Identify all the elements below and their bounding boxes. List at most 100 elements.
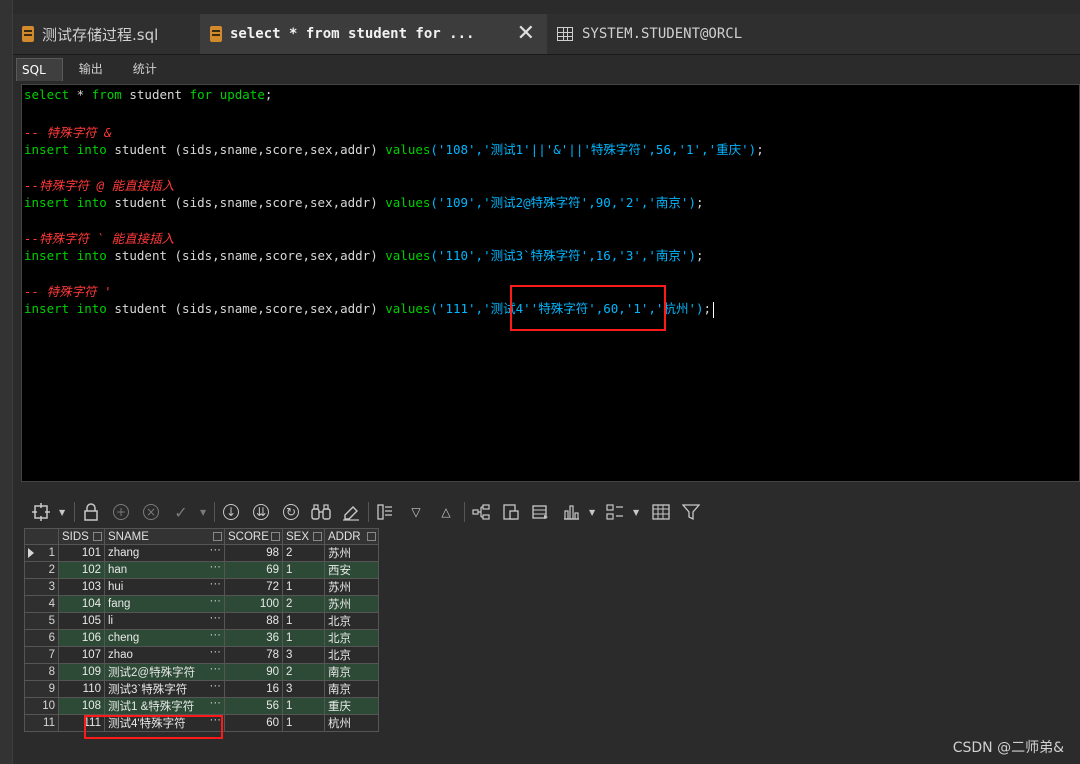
tree-view-icon[interactable] [470,501,492,523]
panel-splitter[interactable] [21,484,1080,490]
grid-options-icon[interactable] [30,501,52,523]
chevron-down-icon[interactable]: ▼ [633,508,639,517]
cell-sids[interactable]: 104 [58,595,105,613]
cell-score[interactable]: 69 [224,561,283,579]
chevron-down-icon[interactable]: ▼ [589,508,595,517]
cell-score[interactable]: 90 [224,663,283,681]
cell-sex[interactable]: 1 [282,714,325,732]
cell-more-button[interactable]: ··· [210,682,222,693]
cell-sex[interactable]: 1 [282,629,325,647]
cell-sex[interactable]: 1 [282,697,325,715]
cell-addr[interactable]: 南京 [324,663,379,681]
column-header-addr[interactable]: ADDR [324,528,379,545]
cell-more-button[interactable]: ··· [210,665,222,676]
cell-more-button[interactable]: ··· [210,614,222,625]
cell-addr[interactable]: 北京 [324,646,379,664]
chevron-down-icon[interactable]: ▼ [59,508,65,517]
column-header-sids[interactable]: SIDS [58,528,105,545]
column-header-sex[interactable]: SEX [282,528,325,545]
cell-score[interactable]: 36 [224,629,283,647]
cell-sname[interactable]: fang ··· [104,595,225,613]
table-row[interactable]: 7 107 zhao ··· 78 3 北京 [24,646,379,664]
row-number[interactable]: 1 [24,544,59,562]
cell-sids[interactable]: 103 [58,578,105,596]
cell-sname[interactable]: 测试3`特殊字符 ··· [104,680,225,698]
import-icon[interactable] [530,501,552,523]
add-row-icon[interactable]: + [110,501,132,523]
sql-editor[interactable]: select * from student for update; -- 特殊字… [21,84,1080,482]
close-icon[interactable]: ✕ [517,23,535,45]
grid-view-icon[interactable] [650,501,672,523]
arrow-down-circle-icon[interactable]: ↓ [220,501,242,523]
cell-score[interactable]: 72 [224,578,283,596]
filter-icon[interactable] [680,501,702,523]
table-row[interactable]: 5 105 li ··· 88 1 北京 [24,612,379,630]
layout-icon[interactable] [604,501,626,523]
delete-row-icon[interactable]: × [140,501,162,523]
tab-procedure-sql[interactable]: 测试存储过程.sql [12,14,200,54]
row-number[interactable]: 10 [24,697,59,715]
cell-addr[interactable]: 西安 [324,561,379,579]
cell-score[interactable]: 60 [224,714,283,732]
cell-sname[interactable]: hui ··· [104,578,225,596]
cell-sex[interactable]: 3 [282,680,325,698]
cell-sname[interactable]: 测试2@特殊字符 ··· [104,663,225,681]
cell-addr[interactable]: 南京 [324,680,379,698]
table-row[interactable]: 1 101 zhang ··· 98 2 苏州 [24,544,379,562]
cell-addr[interactable]: 重庆 [324,697,379,715]
column-menu-icon[interactable] [93,532,102,541]
cell-sids[interactable]: 101 [58,544,105,562]
cell-sids[interactable]: 102 [58,561,105,579]
table-row[interactable]: 10 108 测试1 &特殊字符 ··· 56 1 重庆 [24,697,379,715]
binoculars-icon[interactable] [310,501,332,523]
cell-sname[interactable]: cheng ··· [104,629,225,647]
cell-sname[interactable]: han ··· [104,561,225,579]
cell-sids[interactable]: 105 [58,612,105,630]
lock-icon[interactable] [80,501,102,523]
record-view-icon[interactable] [374,501,396,523]
eraser-icon[interactable] [340,501,362,523]
cell-sex[interactable]: 1 [282,561,325,579]
arrow-down-end-icon[interactable]: ⇊ [250,501,272,523]
row-number[interactable]: 7 [24,646,59,664]
table-row[interactable]: 6 106 cheng ··· 36 1 北京 [24,629,379,647]
cell-sname[interactable]: 测试1 &特殊字符 ··· [104,697,225,715]
result-grid[interactable]: SIDS SNAME SCORE SEX ADDR 1 101 zhang ···… [24,528,379,732]
table-row[interactable]: 8 109 测试2@特殊字符 ··· 90 2 南京 [24,663,379,681]
tab-system-student[interactable]: SYSTEM.STUDENT@ORCL [547,14,787,54]
cell-addr[interactable]: 北京 [324,612,379,630]
cell-sex[interactable]: 1 [282,578,325,596]
cell-sex[interactable]: 2 [282,663,325,681]
table-row[interactable]: 4 104 fang ··· 100 2 苏州 [24,595,379,613]
row-number[interactable]: 4 [24,595,59,613]
cell-more-button[interactable]: ··· [210,597,222,608]
row-number[interactable]: 6 [24,629,59,647]
cell-score[interactable]: 16 [224,680,283,698]
subtab-stats[interactable]: 统计 [129,58,171,80]
cell-addr[interactable]: 北京 [324,629,379,647]
cell-more-button[interactable]: ··· [210,699,222,710]
subtab-sql[interactable]: SQL [16,57,63,81]
export-icon[interactable] [500,501,522,523]
refresh-icon[interactable]: ↻ [280,501,302,523]
cell-sids[interactable]: 110 [58,680,105,698]
cell-sex[interactable]: 2 [282,544,325,562]
cell-more-button[interactable]: ··· [210,631,222,642]
chart-icon[interactable] [560,501,582,523]
cell-sex[interactable]: 3 [282,646,325,664]
column-menu-icon[interactable] [313,532,322,541]
cell-sname[interactable]: zhao ··· [104,646,225,664]
cell-addr[interactable]: 杭州 [324,714,379,732]
cell-sex[interactable]: 2 [282,595,325,613]
column-header-score[interactable]: SCORE [224,528,283,545]
cell-score[interactable]: 56 [224,697,283,715]
cell-more-button[interactable]: ··· [210,648,222,659]
row-number[interactable]: 5 [24,612,59,630]
cell-more-button[interactable]: ··· [210,546,222,557]
cell-sname[interactable]: zhang ··· [104,544,225,562]
subtab-output[interactable]: 输出 [75,58,117,80]
cell-sids[interactable]: 107 [58,646,105,664]
sort-asc-icon[interactable]: △ [435,501,457,523]
cell-score[interactable]: 98 [224,544,283,562]
cell-sex[interactable]: 1 [282,612,325,630]
